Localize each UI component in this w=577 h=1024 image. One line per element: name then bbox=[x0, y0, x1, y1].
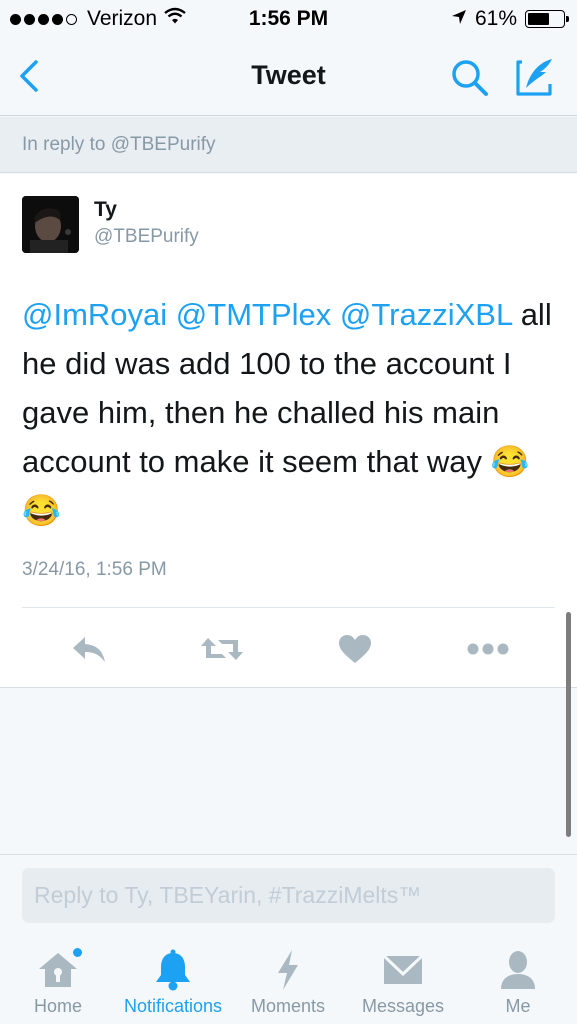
tweet-timestamp: 3/24/16, 1:56 PM bbox=[22, 559, 167, 580]
location-arrow-icon bbox=[451, 7, 467, 31]
tab-moments[interactable]: Moments bbox=[248, 934, 328, 1024]
chevron-left-icon bbox=[20, 60, 38, 92]
envelope-icon bbox=[379, 948, 427, 992]
user-display-name[interactable]: Ty bbox=[94, 198, 117, 222]
reply-context-bar[interactable]: In reply to @TBEPurify bbox=[0, 117, 577, 173]
reply-input[interactable] bbox=[22, 868, 555, 923]
reply-button[interactable] bbox=[68, 629, 112, 669]
tweet-detail-screen: Verizon 1:56 PM 61% Tweet In reply to @T… bbox=[0, 0, 577, 1024]
compose-icon bbox=[516, 59, 552, 96]
user-handle[interactable]: @TBEPurify bbox=[94, 226, 199, 248]
search-icon bbox=[452, 60, 488, 96]
status-right: 61% bbox=[451, 7, 569, 31]
mention-link[interactable]: @ImRoyai bbox=[22, 297, 167, 332]
like-icon bbox=[339, 635, 371, 663]
battery-fill bbox=[528, 13, 549, 25]
navigation-bar: Tweet bbox=[0, 38, 577, 116]
tab-bar: Home Notifications Moments Messages Me bbox=[0, 934, 577, 1024]
tab-me[interactable]: Me bbox=[493, 934, 543, 1024]
tab-label: Moments bbox=[250, 996, 326, 1016]
search-button[interactable] bbox=[448, 56, 492, 100]
tab-messages[interactable]: Messages bbox=[358, 934, 448, 1024]
scrollbar[interactable] bbox=[566, 612, 571, 837]
reply-composer bbox=[0, 854, 577, 934]
tab-label: Me bbox=[505, 996, 531, 1016]
tweet-text: @ImRoyai @TMTPlex @TrazziXBL all he did … bbox=[22, 290, 562, 535]
wifi-icon bbox=[163, 7, 187, 31]
retweet-icon bbox=[201, 638, 243, 660]
more-icon bbox=[467, 643, 509, 655]
bell-icon bbox=[149, 948, 197, 992]
status-bar: Verizon 1:56 PM 61% bbox=[0, 0, 577, 38]
tab-label: Messages bbox=[361, 996, 445, 1016]
carrier-name: Verizon bbox=[87, 7, 158, 30]
reply-context-text: In reply to @TBEPurify bbox=[22, 134, 216, 155]
lightning-icon bbox=[264, 948, 312, 992]
back-button[interactable] bbox=[12, 56, 48, 96]
home-icon bbox=[34, 948, 82, 992]
status-left: Verizon bbox=[10, 7, 187, 31]
signal-strength-icon bbox=[10, 13, 77, 25]
battery-percent: 61% bbox=[474, 7, 517, 30]
tab-home[interactable]: Home bbox=[23, 934, 93, 1024]
mention-link[interactable]: @TrazziXBL bbox=[340, 297, 512, 332]
notification-badge bbox=[73, 948, 82, 957]
battery-icon bbox=[525, 10, 569, 28]
like-button[interactable] bbox=[335, 629, 375, 669]
tab-label: Home bbox=[33, 996, 82, 1016]
more-button[interactable] bbox=[464, 629, 512, 669]
tweet-card: Ty @TBEPurify @ImRoyai @TMTPlex @TrazziX… bbox=[0, 174, 577, 688]
compose-button[interactable] bbox=[512, 54, 558, 100]
reply-icon bbox=[73, 637, 105, 662]
tab-label: Notifications bbox=[123, 996, 223, 1016]
divider bbox=[22, 607, 555, 608]
person-icon bbox=[494, 948, 542, 992]
mention-link[interactable]: @TMTPlex bbox=[176, 297, 331, 332]
retweet-button[interactable] bbox=[196, 629, 248, 669]
tab-notifications[interactable]: Notifications bbox=[118, 934, 228, 1024]
avatar[interactable] bbox=[22, 196, 79, 253]
